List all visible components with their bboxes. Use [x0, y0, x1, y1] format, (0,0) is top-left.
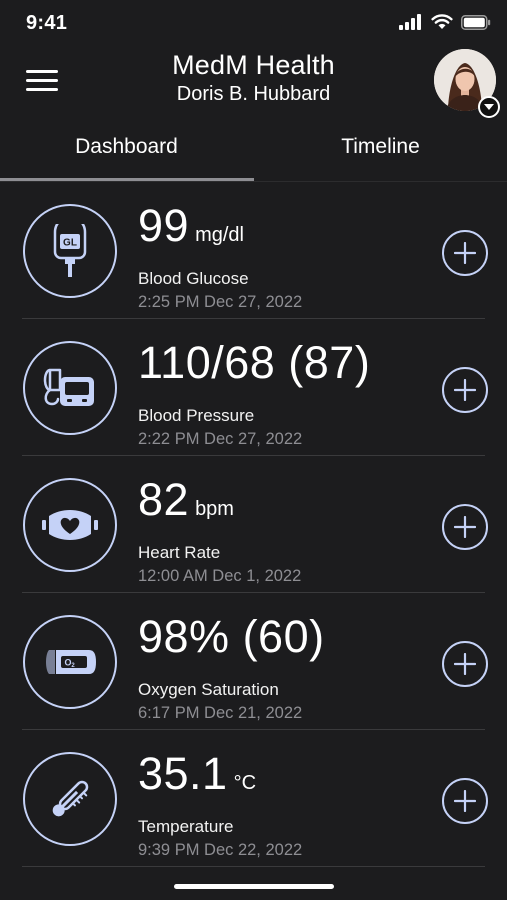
measurement-row-blood-pressure[interactable]: 110/68 (87) Blood Pressure 2:22 PM Dec 2… — [0, 319, 507, 456]
status-bar: 9:41 — [0, 0, 507, 44]
measurement-value: 99 — [138, 200, 190, 251]
blood-pressure-monitor-icon — [23, 341, 117, 435]
measurement-timestamp: 6:17 PM Dec 21, 2022 — [138, 704, 303, 722]
plus-icon — [454, 790, 476, 812]
app-header: MedM Health Doris B. Hubbard — [0, 44, 507, 124]
user-name: Doris B. Hubbard — [176, 83, 331, 105]
plus-icon — [454, 653, 476, 675]
add-temperature-button[interactable] — [442, 778, 488, 824]
measurement-value-line: 82 bpm — [138, 474, 234, 526]
measurement-unit: bpm — [195, 498, 234, 520]
add-blood-pressure-button[interactable] — [442, 367, 488, 413]
measurement-label: Blood Glucose — [138, 269, 249, 288]
measurement-label: Blood Pressure — [138, 406, 255, 425]
measurement-timestamp: 9:39 PM Dec 22, 2022 — [138, 841, 303, 859]
measurement-value: 35.1 — [138, 748, 228, 799]
home-indicator — [174, 884, 334, 889]
add-heart-rate-button[interactable] — [442, 504, 488, 550]
wifi-icon — [431, 14, 453, 29]
battery-icon — [461, 14, 491, 30]
measurement-value-line: 99 mg/dl — [138, 200, 244, 252]
measurement-value: 82 — [138, 474, 190, 525]
measurement-timestamp: 12:00 AM Dec 1, 2022 — [138, 567, 302, 585]
pulse-oximeter-icon: O 2 — [23, 615, 117, 709]
thermometer-icon — [23, 752, 117, 846]
app-title: MedM Health — [172, 50, 335, 80]
measurement-value-line: 35.1 °C — [138, 748, 256, 800]
measurement-list: GL 99 mg/dl Blood Glucose 2:25 PM Dec 27,… — [0, 182, 507, 867]
plus-icon — [454, 242, 476, 264]
measurement-timestamp: 2:25 PM Dec 27, 2022 — [138, 293, 303, 311]
tab-timeline[interactable]: Timeline — [254, 124, 507, 182]
status-time: 9:41 — [26, 12, 68, 34]
plus-icon — [454, 379, 476, 401]
measurement-value: 98% (60) — [138, 611, 325, 662]
add-blood-glucose-button[interactable] — [442, 230, 488, 276]
header-title-group: MedM Health Doris B. Hubbard — [0, 50, 507, 106]
measurement-row-oxygen-saturation[interactable]: O 2 98% (60) Oxygen Saturation 6:17 PM D… — [0, 593, 507, 730]
glucometer-icon: GL — [23, 204, 117, 298]
tab-bar: Dashboard Timeline — [0, 124, 507, 182]
avatar-dropdown-button[interactable] — [478, 96, 500, 118]
measurement-label: Oxygen Saturation — [138, 680, 279, 699]
measurement-value-line: 110/68 (87) — [138, 337, 376, 389]
caret-down-icon — [484, 104, 494, 110]
measurement-row-blood-glucose[interactable]: GL 99 mg/dl Blood Glucose 2:25 PM Dec 27,… — [0, 182, 507, 319]
heart-rate-strap-icon — [23, 478, 117, 572]
add-oxygen-saturation-button[interactable] — [442, 641, 488, 687]
svg-text:GL: GL — [63, 238, 77, 249]
status-icons — [399, 14, 491, 30]
measurement-label: Temperature — [138, 817, 234, 836]
row-divider — [22, 866, 485, 867]
tab-dashboard[interactable]: Dashboard — [0, 124, 253, 182]
measurement-label: Heart Rate — [138, 543, 221, 562]
measurement-unit: mg/dl — [195, 224, 244, 246]
measurement-row-temperature[interactable]: 35.1 °C Temperature 9:39 PM Dec 22, 2022 — [0, 730, 507, 867]
measurement-value-line: 98% (60) — [138, 611, 331, 663]
plus-icon — [454, 516, 476, 538]
measurement-value: 110/68 (87) — [138, 337, 371, 388]
measurement-timestamp: 2:22 PM Dec 27, 2022 — [138, 430, 303, 448]
cellular-signal-icon — [399, 14, 421, 30]
measurement-row-heart-rate[interactable]: 82 bpm Heart Rate 12:00 AM Dec 1, 2022 — [0, 456, 507, 593]
measurement-unit: °C — [233, 772, 257, 794]
